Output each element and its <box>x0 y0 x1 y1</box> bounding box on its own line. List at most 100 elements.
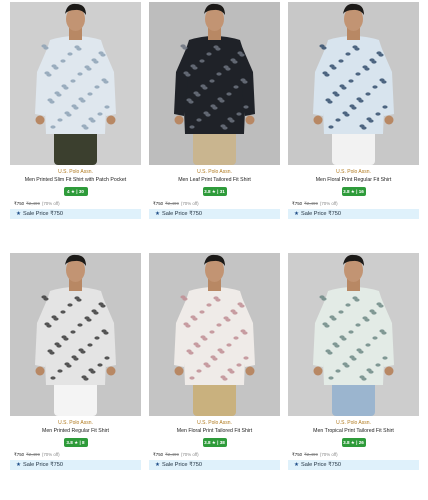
discount: (70% off) <box>180 201 199 206</box>
sale-price-label: Sale Price ₹750 <box>162 211 202 217</box>
product-title[interactable]: Men Tropical Print Tailored Fit Shirt <box>288 427 419 436</box>
pants <box>193 381 236 416</box>
price: ₹750 <box>292 452 303 457</box>
product-title[interactable]: Men Floral Print Regular Fit Shirt <box>288 176 419 185</box>
mrp: ₹2,499 <box>26 452 40 457</box>
product-card[interactable]: U.S. Polo Assn. Men Printed Regular Fit … <box>10 253 141 470</box>
rating-badge: 4 ★ | 30 <box>63 187 88 196</box>
mrp: ₹2,499 <box>165 201 179 206</box>
price: ₹750 <box>14 452 25 457</box>
sale-price-banner: ★ Sale Price ₹750 <box>10 209 141 219</box>
product-card[interactable]: U.S. Polo Assn. Men Tropical Print Tailo… <box>288 253 419 470</box>
mrp: ₹2,499 <box>165 452 179 457</box>
star-icon: ★ <box>294 211 300 217</box>
hand <box>174 366 184 376</box>
product-image[interactable] <box>10 253 141 416</box>
hand <box>384 115 394 125</box>
sale-price-banner: ★ Sale Price ₹750 <box>10 460 141 470</box>
product-card[interactable]: U.S. Polo Assn. Men Floral Print Tailore… <box>149 253 280 470</box>
model-photo <box>288 253 419 416</box>
brand-name: U.S. Polo Assn. <box>336 420 371 426</box>
price: ₹750 <box>153 201 164 206</box>
star-icon: ★ <box>155 211 161 217</box>
product-image[interactable] <box>149 2 280 165</box>
product-card[interactable]: U.S. Polo Assn. Men Floral Print Regular… <box>288 2 419 219</box>
hand <box>245 366 255 376</box>
model-photo <box>149 2 280 165</box>
hand <box>174 115 184 125</box>
hand <box>35 366 45 376</box>
brand-name: U.S. Polo Assn. <box>58 420 93 426</box>
discount: (70% off) <box>41 201 60 206</box>
price-row: ₹750 ₹2,499 (70% off) <box>288 200 419 207</box>
hand <box>313 366 323 376</box>
sale-price-label: Sale Price ₹750 <box>301 462 341 468</box>
discount: (70% off) <box>319 452 338 457</box>
price-row: ₹750 ₹2,499 (70% off) <box>10 200 141 207</box>
product-image[interactable] <box>149 253 280 416</box>
discount: (70% off) <box>319 201 338 206</box>
star-icon: ★ <box>155 462 161 468</box>
price-row: ₹750 ₹2,499 (70% off) <box>288 451 419 458</box>
hand <box>313 115 323 125</box>
product-title[interactable]: Men Printed Regular Fit Shirt <box>10 427 141 436</box>
price-row: ₹750 ₹2,499 (70% off) <box>10 451 141 458</box>
brand-name: U.S. Polo Assn. <box>58 169 93 175</box>
pants <box>193 130 236 165</box>
hand <box>106 366 116 376</box>
product-title[interactable]: Men Floral Print Tailored Fit Shirt <box>149 427 280 436</box>
price: ₹750 <box>292 201 303 206</box>
shirt <box>43 36 108 134</box>
hand <box>106 115 116 125</box>
star-icon: ★ <box>16 211 22 217</box>
sale-price-label: Sale Price ₹750 <box>162 462 202 468</box>
pants <box>54 130 97 165</box>
price: ₹750 <box>14 201 25 206</box>
pants <box>332 130 375 165</box>
rating-badge: 3.8 ★ | 16 <box>341 187 366 196</box>
sale-price-banner: ★ Sale Price ₹750 <box>149 460 280 470</box>
mrp: ₹2,499 <box>304 452 318 457</box>
product-image[interactable] <box>288 2 419 165</box>
shirt <box>321 287 386 385</box>
rating-badge: 3.8 ★ | 31 <box>202 187 227 196</box>
sale-price-banner: ★ Sale Price ₹750 <box>288 209 419 219</box>
pants <box>54 381 97 416</box>
hand <box>245 115 255 125</box>
product-card[interactable]: U.S. Polo Assn. Men Leaf Print Tailored … <box>149 2 280 219</box>
rating-badge: 3.8 ★ | 8 <box>63 438 88 447</box>
sale-price-banner: ★ Sale Price ₹750 <box>149 209 280 219</box>
sale-price-label: Sale Price ₹750 <box>23 462 63 468</box>
brand-name: U.S. Polo Assn. <box>197 169 232 175</box>
hand <box>384 366 394 376</box>
model-photo <box>10 253 141 416</box>
pants <box>332 381 375 416</box>
model-photo <box>288 2 419 165</box>
product-card[interactable]: U.S. Polo Assn. Men Printed Slim Fit Shi… <box>10 2 141 219</box>
star-icon: ★ <box>294 462 300 468</box>
discount: (70% off) <box>180 452 199 457</box>
hand <box>35 115 45 125</box>
product-title[interactable]: Men Printed Slim Fit Shirt with Patch Po… <box>10 176 141 185</box>
brand-name: U.S. Polo Assn. <box>336 169 371 175</box>
product-title[interactable]: Men Leaf Print Tailored Fit Shirt <box>149 176 280 185</box>
model-photo <box>149 253 280 416</box>
star-icon: ★ <box>16 462 22 468</box>
rating-badge: 3.8 ★ | 26 <box>341 438 366 447</box>
shirt <box>321 36 386 134</box>
model-photo <box>10 2 141 165</box>
mrp: ₹2,499 <box>26 201 40 206</box>
shirt <box>182 36 247 134</box>
brand-name: U.S. Polo Assn. <box>197 420 232 426</box>
sale-price-label: Sale Price ₹750 <box>23 211 63 217</box>
shirt <box>43 287 108 385</box>
mrp: ₹2,499 <box>304 201 318 206</box>
sale-price-label: Sale Price ₹750 <box>301 211 341 217</box>
rating-badge: 3.8 ★ | 38 <box>202 438 227 447</box>
product-image[interactable] <box>288 253 419 416</box>
product-image[interactable] <box>10 2 141 165</box>
price-row: ₹750 ₹2,499 (70% off) <box>149 451 280 458</box>
price-row: ₹750 ₹2,499 (70% off) <box>149 200 280 207</box>
sale-price-banner: ★ Sale Price ₹750 <box>288 460 419 470</box>
shirt <box>182 287 247 385</box>
